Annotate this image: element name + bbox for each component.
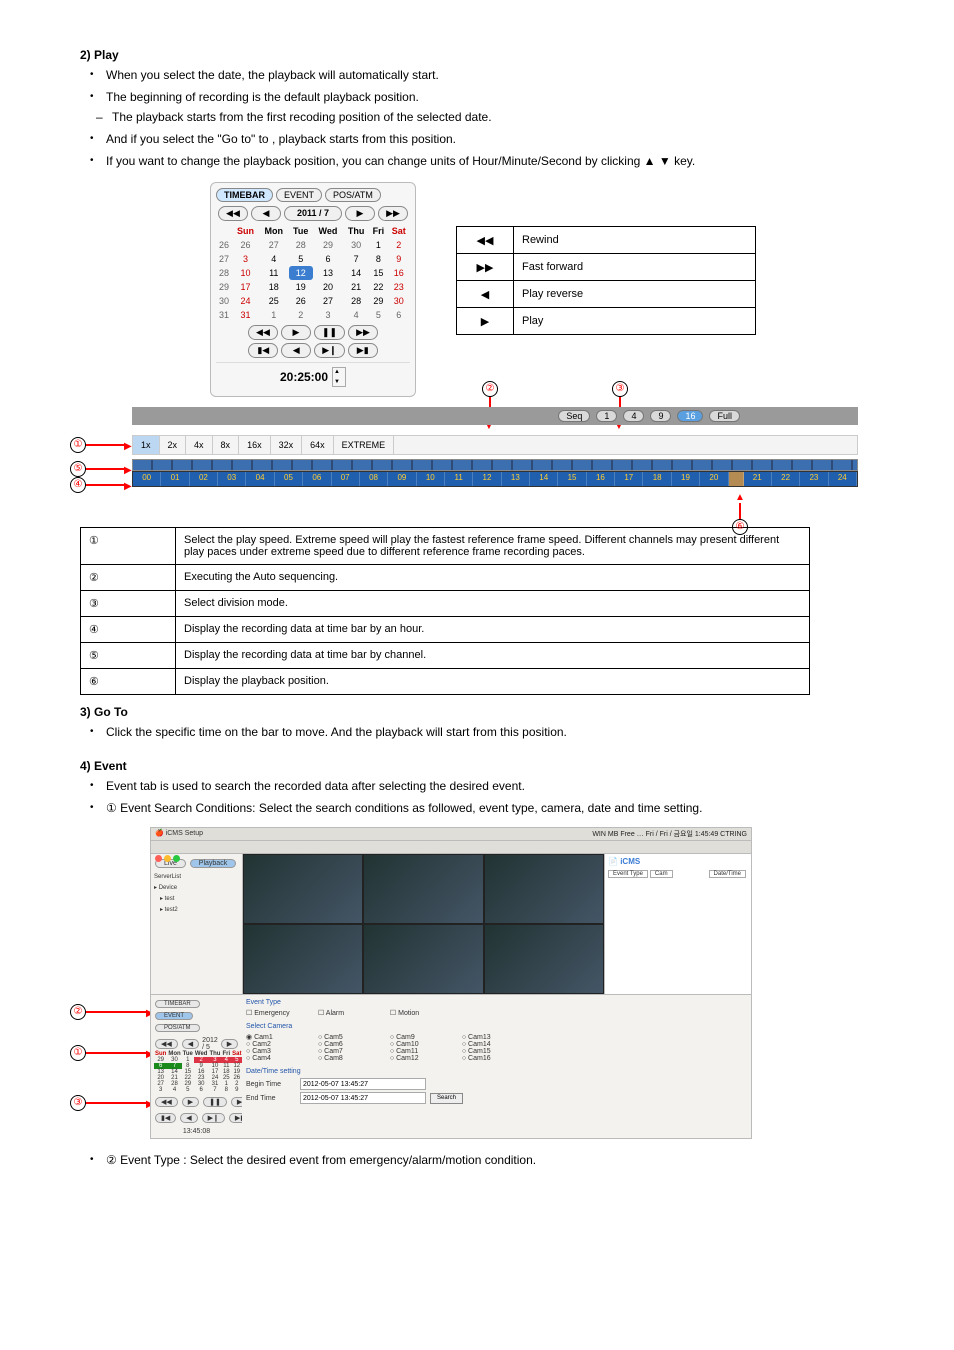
datetime-setting-title: Date/Time setting [246,1068,747,1075]
begin-time-field[interactable] [300,1078,426,1090]
shot-menubar-right: WIN MB Free … Fri / Fri / 금요일 1:45:49 CT… [592,829,747,839]
event-bullet-2: ① Event Search Conditions: Select the se… [90,799,884,817]
chk-cam15[interactable]: ○ Cam15 [462,1048,532,1055]
lower-tab-timebar[interactable]: TIMEBAR [155,1000,200,1008]
video-grid [243,854,604,994]
chk-cam4[interactable]: ○ Cam4 [246,1055,316,1062]
cal-year-next-icon[interactable]: ▶▶ [378,206,408,221]
begin-time-label: Begin Time [246,1081,296,1088]
division-bar: Seq 1 4 9 16 Full [132,407,858,425]
chk-cam5[interactable]: ○ Cam5 [318,1034,388,1041]
btn-playback[interactable]: Playback [190,859,236,868]
cal-year-month: 2011 / 7 [284,206,342,221]
shot-menubar: iCMS Setup [166,830,203,837]
div-full[interactable]: Full [709,410,740,422]
skip-fwd-icon[interactable]: ▶▮ [348,343,378,358]
time-spinner[interactable]: ▲▼ [332,367,346,387]
chk-motion[interactable]: ☐ Motion [390,1009,460,1017]
div-seq[interactable]: Seq [558,410,590,422]
tab-posatm[interactable]: POS/ATM [325,188,381,202]
lower-tab-posatm[interactable]: POS/ATM [155,1024,200,1032]
callout-2: ② [482,381,498,397]
chk-cam6[interactable]: ○ Cam6 [318,1041,388,1048]
cal-year-prev-icon[interactable]: ◀◀ [218,206,248,221]
ffwd-icon[interactable]: ▶▶ [348,325,378,340]
chk-cam12[interactable]: ○ Cam12 [390,1055,460,1062]
calendar-panel: TIMEBAR EVENT POS/ATM ◀◀ ◀ 2011 / 7 ▶ ▶▶… [210,182,416,397]
channel-timebar[interactable] [132,459,858,471]
div-16[interactable]: 16 [677,410,703,422]
event-clock: 13:45:08 [154,1128,239,1135]
chk-cam14[interactable]: ○ Cam14 [462,1041,532,1048]
chk-cam1[interactable]: ◉ Cam1 [246,1033,316,1041]
playback-time: 20:25:00 [280,370,328,384]
callout-6: ⑥ [732,519,748,535]
shot-callout-2: ② [70,1004,86,1020]
serverlist-label: ServerList [154,874,239,880]
div-1[interactable]: 1 [596,410,617,422]
pause-icon[interactable]: ❚❚ [314,325,345,340]
chk-cam3[interactable]: ○ Cam3 [246,1048,316,1055]
lower-tab-event[interactable]: EVENT [155,1012,193,1020]
play-subdash-1: The playback starts from the first recod… [96,108,884,126]
event-bullet-1: Event tab is used to search the recorded… [90,777,884,795]
cal-month-prev-icon[interactable]: ◀ [251,206,281,221]
play-bullet-1: When you select the date, the playback w… [90,66,884,84]
chk-cam10[interactable]: ○ Cam10 [390,1041,460,1048]
event-screenshot: 🍎 iCMS Setup WIN MB Free … Fri / Fri / 금… [150,827,752,1139]
play-legend-icon: ▶ [457,308,514,335]
callout-table: ①Select the play speed. Extreme speed wi… [80,527,810,695]
chk-cam8[interactable]: ○ Cam8 [318,1055,388,1062]
div-9[interactable]: 9 [650,410,671,422]
rewind-icon[interactable]: ◀◀ [248,325,278,340]
section-event-title: 4) Event [80,759,884,773]
div-4[interactable]: 4 [623,410,644,422]
ffwd-legend-icon: ▶▶ [457,254,514,281]
speed-selector[interactable]: 1x 2x 4x 8x 16x 32x 64x EXTREME [132,435,858,455]
event-type-bullet: ② Event Type : Select the desired event … [90,1151,884,1169]
tab-event[interactable]: EVENT [276,188,322,202]
rewind-legend-icon: ◀◀ [457,227,514,254]
play-bullet-2: The beginning of recording is the defaul… [90,88,884,106]
play-icon[interactable]: ▶ [281,325,311,340]
chk-cam13[interactable]: ○ Cam13 [462,1034,532,1041]
calendar-selected-day[interactable]: 12 [289,266,313,280]
end-time-label: End Time [246,1095,296,1102]
step-fwd-icon[interactable]: ▶❙ [314,343,344,358]
play-bullet-4: If you want to change the playback posit… [90,152,884,170]
section-play-title: 2) Play [80,48,884,62]
skip-back-icon[interactable]: ▮◀ [248,343,278,358]
play-bullet-3: And if you select the "Go to" to , playb… [90,130,884,148]
callout-4: ④ [70,477,86,493]
hour-timebar[interactable]: 0001020304050607080910111213141516171819… [132,471,858,487]
callout-5: ⑤ [70,461,86,477]
goto-bullet: Click the specific time on the bar to mo… [90,723,884,741]
callout-1: ① [70,437,86,453]
end-time-field[interactable] [300,1092,426,1104]
playrev-legend-icon: ◀ [457,281,514,308]
play-bullets: When you select the date, the playback w… [90,66,884,170]
cal-month-next-icon[interactable]: ▶ [345,206,375,221]
event-type-title: Event Type [246,999,747,1006]
tab-timebar[interactable]: TIMEBAR [216,188,273,202]
chk-cam9[interactable]: ○ Cam9 [390,1034,460,1041]
callout-3: ③ [612,381,628,397]
select-camera-title: Select Camera [246,1023,747,1030]
event-mini-calendar: SunMonTueWedThuFriSat 293012345 67891011… [154,1051,242,1093]
chk-cam16[interactable]: ○ Cam16 [462,1055,532,1062]
chk-cam7[interactable]: ○ Cam7 [318,1048,388,1055]
calendar-grid: Sun Mon Tue Wed Thu Fri Sat 262627282930… [216,224,410,322]
section-goto-title: 3) Go To [80,705,884,719]
chk-cam11[interactable]: ○ Cam11 [390,1048,460,1055]
chk-emergency[interactable]: ☐ Emergency [246,1009,316,1017]
chk-alarm[interactable]: ☐ Alarm [318,1009,388,1017]
shot-callout-1: ① [70,1045,86,1061]
play-legend-table: ◀◀Rewind ▶▶Fast forward ◀Play reverse ▶P… [456,226,756,335]
search-button[interactable]: Search [430,1093,463,1104]
play-rev-icon[interactable]: ◀ [281,343,311,358]
chk-cam2[interactable]: ○ Cam2 [246,1041,316,1048]
shot-callout-3: ③ [70,1095,86,1111]
